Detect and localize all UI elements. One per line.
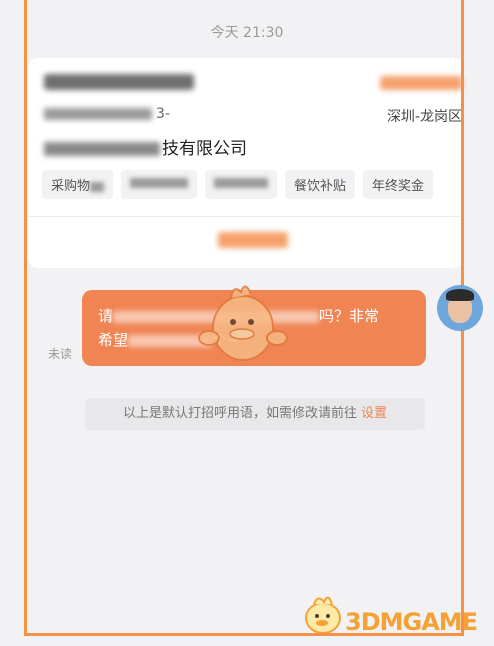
job-info-row: 3- [44,106,170,122]
notice-text: 以上是默认打招呼用语，如需修改请前往 [122,406,357,421]
default-greeting-notice: 以上是默认打招呼用语，如需修改请前往 设置 [85,398,425,430]
company-name: 技有限公司 [162,139,247,159]
chat-timestamp: 今天 21:30 [210,25,284,41]
company-redacted [44,142,160,156]
benefit-tag: 采购物 [42,170,114,199]
user-avatar[interactable] [437,285,483,331]
settings-link[interactable]: 设置 [361,406,387,421]
job-card[interactable]: 3- 深圳-龙岗区 技有限公司 采购物 餐饮补贴 年终奖金 [28,58,464,268]
benefit-tag: 年终奖金 [363,170,434,199]
company-row: 技有限公司 [44,134,247,159]
job-title-redacted [44,74,194,90]
benefit-tag [205,170,278,199]
watermark-text: 3DMGAME [345,608,478,636]
benefit-tag [121,170,198,199]
info-redacted [44,108,152,120]
info-text: 3- [156,106,170,122]
salary-redacted [380,76,462,90]
job-location: 深圳-龙岗区 [386,109,462,125]
mascot-watermark-icon [198,285,288,361]
benefit-tag: 餐饮补贴 [285,170,356,199]
card-divider [28,216,464,217]
card-action-redacted[interactable] [218,232,288,248]
avatar-hair [446,289,474,301]
benefit-tags: 采购物 餐饮补贴 年终奖金 [42,170,434,199]
unread-label: 未读 [48,347,73,361]
3dm-logo-icon [305,596,341,634]
